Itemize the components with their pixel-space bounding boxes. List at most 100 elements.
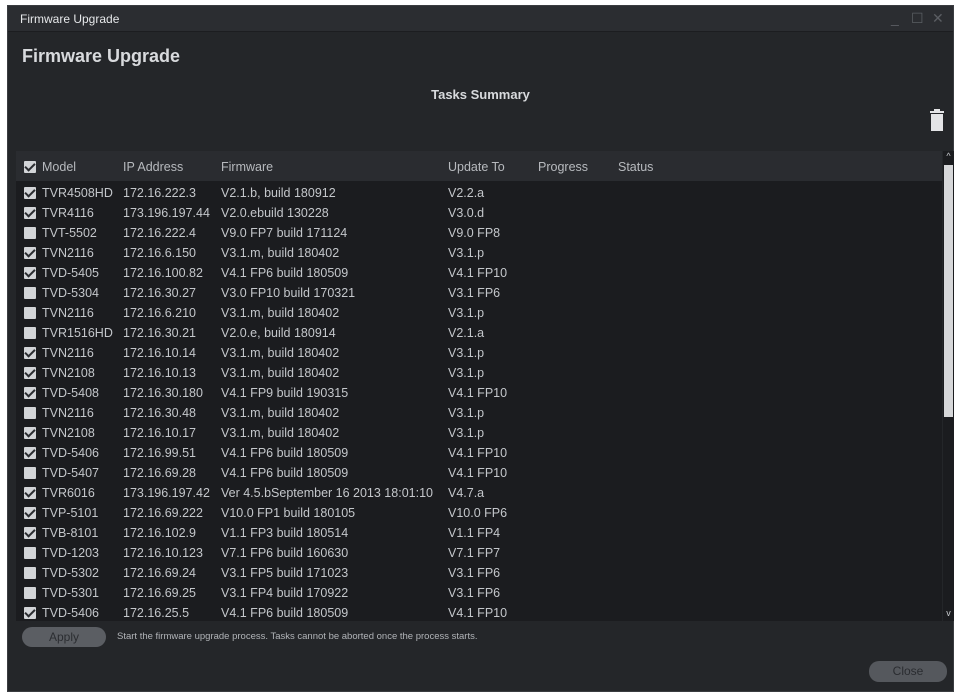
cell-ip-address: 172.16.222.4	[123, 226, 196, 240]
cell-update-to: V3.1.p	[448, 346, 485, 360]
row-checkbox[interactable]	[24, 447, 36, 459]
cell-model: TVR1516HD	[42, 326, 113, 340]
row-checkbox[interactable]	[24, 367, 36, 379]
cell-ip-address: 172.16.69.28	[123, 466, 196, 480]
row-checkbox[interactable]	[24, 467, 36, 479]
scrollbar-thumb[interactable]	[944, 165, 953, 417]
scroll-up-icon[interactable]: ^	[944, 151, 953, 161]
table-row[interactable]: TVD-5301 172.16.69.25 V3.1 FP4 build 17092…	[16, 583, 942, 603]
cell-firmware: V1.1 FP3 build 180514	[221, 526, 349, 540]
cell-model: TVD-5405	[42, 266, 99, 280]
row-checkbox[interactable]	[24, 227, 36, 239]
table-row[interactable]: TVN2108 172.16.10.13 V3.1.m, build 180402 V…	[16, 363, 942, 383]
cell-ip-address: 172.16.69.24	[123, 566, 196, 580]
table-row[interactable]: TVB-8101 172.16.102.9 V1.1 FP3 build 18051…	[16, 523, 942, 543]
row-checkbox[interactable]	[24, 527, 36, 539]
vertical-scrollbar[interactable]: ^ v	[943, 151, 954, 621]
cell-update-to: V9.0 FP8	[448, 226, 501, 240]
table-row[interactable]: TVD-5405 172.16.100.82 V4.1 FP6 build 1805…	[16, 263, 942, 283]
table-row[interactable]: TVD-5302 172.16.69.24 V3.1 FP5 build 17102…	[16, 563, 942, 583]
table-row[interactable]: TVP-5101 172.16.69.222 V10.0 FP1 build 180…	[16, 503, 942, 523]
table-row[interactable]: TVR6016 173.196.197.42 Ver 4.5.bSeptember …	[16, 483, 942, 503]
cell-firmware: V7.1 FP6 build 160630	[221, 546, 349, 560]
apply-note: Start the firmware upgrade process. Task…	[117, 631, 478, 642]
cell-update-to: V3.1.p	[448, 426, 485, 440]
cell-ip-address: 172.16.30.180	[123, 386, 203, 400]
table-row[interactable]: TVT-5502 172.16.222.4 V9.0 FP7 build 17112…	[16, 223, 942, 243]
cell-update-to: V4.7.a	[448, 486, 485, 500]
trash-icon[interactable]	[929, 109, 945, 131]
table-row[interactable]: TVR1516HD 172.16.30.21 V2.0.e, build 18091…	[16, 323, 942, 343]
cell-update-to: V3.1 FP6	[448, 286, 501, 300]
row-checkbox[interactable]	[24, 407, 36, 419]
cell-firmware: V3.1.m, build 180402	[221, 366, 340, 380]
cell-firmware: V2.1.b, build 180912	[221, 186, 336, 200]
cell-model: TVN2116	[42, 346, 94, 360]
row-checkbox[interactable]	[24, 267, 36, 279]
table-row[interactable]: TVN2116 172.16.30.48 V3.1.m, build 180402 V…	[16, 403, 942, 423]
row-checkbox[interactable]	[24, 607, 36, 619]
cell-model: TVN2116	[42, 406, 94, 420]
row-checkbox[interactable]	[24, 487, 36, 499]
col-update-to[interactable]: Update To	[448, 160, 505, 174]
table-row[interactable]: TVN2108 172.16.10.17 V3.1.m, build 180402 V…	[16, 423, 942, 443]
row-checkbox[interactable]	[24, 327, 36, 339]
table-row[interactable]: TVN2116 172.16.6.150 V3.1.m, build 180402 V…	[16, 243, 942, 263]
table-row[interactable]: TVD-5406 172.16.99.51 V4.1 FP6 build 18050…	[16, 443, 942, 463]
row-checkbox[interactable]	[24, 427, 36, 439]
cell-model: TVD-5406	[42, 606, 99, 620]
row-checkbox[interactable]	[24, 347, 36, 359]
cell-ip-address: 172.16.25.5	[123, 606, 190, 620]
cell-ip-address: 172.16.30.48	[123, 406, 196, 420]
row-checkbox[interactable]	[24, 187, 36, 199]
table-header: Model IP Address Firmware Update To Prog…	[16, 151, 942, 181]
apply-button[interactable]: Apply	[22, 627, 106, 647]
table-row[interactable]: TVD-5406 172.16.25.5 V4.1 FP6 build 180509…	[16, 603, 942, 621]
table-row[interactable]: TVN2116 172.16.10.14 V3.1.m, build 180402 V…	[16, 343, 942, 363]
cell-update-to: V10.0 FP6	[448, 506, 508, 520]
row-checkbox[interactable]	[24, 247, 36, 259]
col-ip-address[interactable]: IP Address	[123, 160, 183, 174]
cell-update-to: V4.1 FP10	[448, 386, 508, 400]
minimize-icon[interactable]: _	[891, 10, 899, 26]
table-row[interactable]: TVD-5304 172.16.30.27 V3.0 FP10 build 1703…	[16, 283, 942, 303]
col-progress[interactable]: Progress	[538, 160, 588, 174]
table-row[interactable]: TVD-5407 172.16.69.28 V4.1 FP6 build 18050…	[16, 463, 942, 483]
cell-model: TVR6016	[42, 486, 95, 500]
cell-update-to: V3.1 FP6	[448, 566, 501, 580]
cell-ip-address: 172.16.69.25	[123, 586, 196, 600]
scroll-down-icon[interactable]: v	[944, 608, 953, 618]
cell-update-to: V4.1 FP10	[448, 606, 508, 620]
row-checkbox[interactable]	[24, 307, 36, 319]
cell-ip-address: 172.16.10.17	[123, 426, 196, 440]
tasks-summary-title: Tasks Summary	[431, 87, 530, 102]
col-firmware[interactable]: Firmware	[221, 160, 273, 174]
table-row[interactable]: TVR4116 173.196.197.44 V2.0.ebuild 130228 V…	[16, 203, 942, 223]
cell-firmware: V9.0 FP7 build 171124	[221, 226, 348, 240]
cell-ip-address: 173.196.197.44	[123, 206, 210, 220]
close-icon[interactable]: ✕	[932, 10, 944, 27]
cell-model: TVN2108	[42, 366, 95, 380]
select-all-checkbox[interactable]	[24, 161, 36, 173]
cell-firmware: V3.1 FP5 build 171023	[221, 566, 349, 580]
row-checkbox[interactable]	[24, 507, 36, 519]
cell-ip-address: 172.16.30.21	[123, 326, 196, 340]
maximize-icon[interactable]: ☐	[911, 10, 924, 27]
table-row[interactable]: TVD-5408 172.16.30.180 V4.1 FP9 build 1903…	[16, 383, 942, 403]
col-status[interactable]: Status	[618, 160, 653, 174]
row-checkbox[interactable]	[24, 387, 36, 399]
row-checkbox[interactable]	[24, 207, 36, 219]
col-model[interactable]: Model	[42, 160, 76, 174]
cell-model: TVR4116	[42, 206, 94, 220]
cell-ip-address: 173.196.197.42	[123, 486, 210, 500]
row-checkbox[interactable]	[24, 287, 36, 299]
row-checkbox[interactable]	[24, 587, 36, 599]
table-row[interactable]: TVN2116 172.16.6.210 V3.1.m, build 180402 V…	[16, 303, 942, 323]
row-checkbox[interactable]	[24, 547, 36, 559]
cell-update-to: V3.1 FP6	[448, 586, 501, 600]
close-button[interactable]: Close	[869, 661, 947, 682]
cell-ip-address: 172.16.99.51	[123, 446, 196, 460]
table-row[interactable]: TVD-1203 172.16.10.123 V7.1 FP6 build 1606…	[16, 543, 942, 563]
row-checkbox[interactable]	[24, 567, 36, 579]
table-row[interactable]: TVR4508HD 172.16.222.3 V2.1.b, build 18091…	[16, 183, 942, 203]
